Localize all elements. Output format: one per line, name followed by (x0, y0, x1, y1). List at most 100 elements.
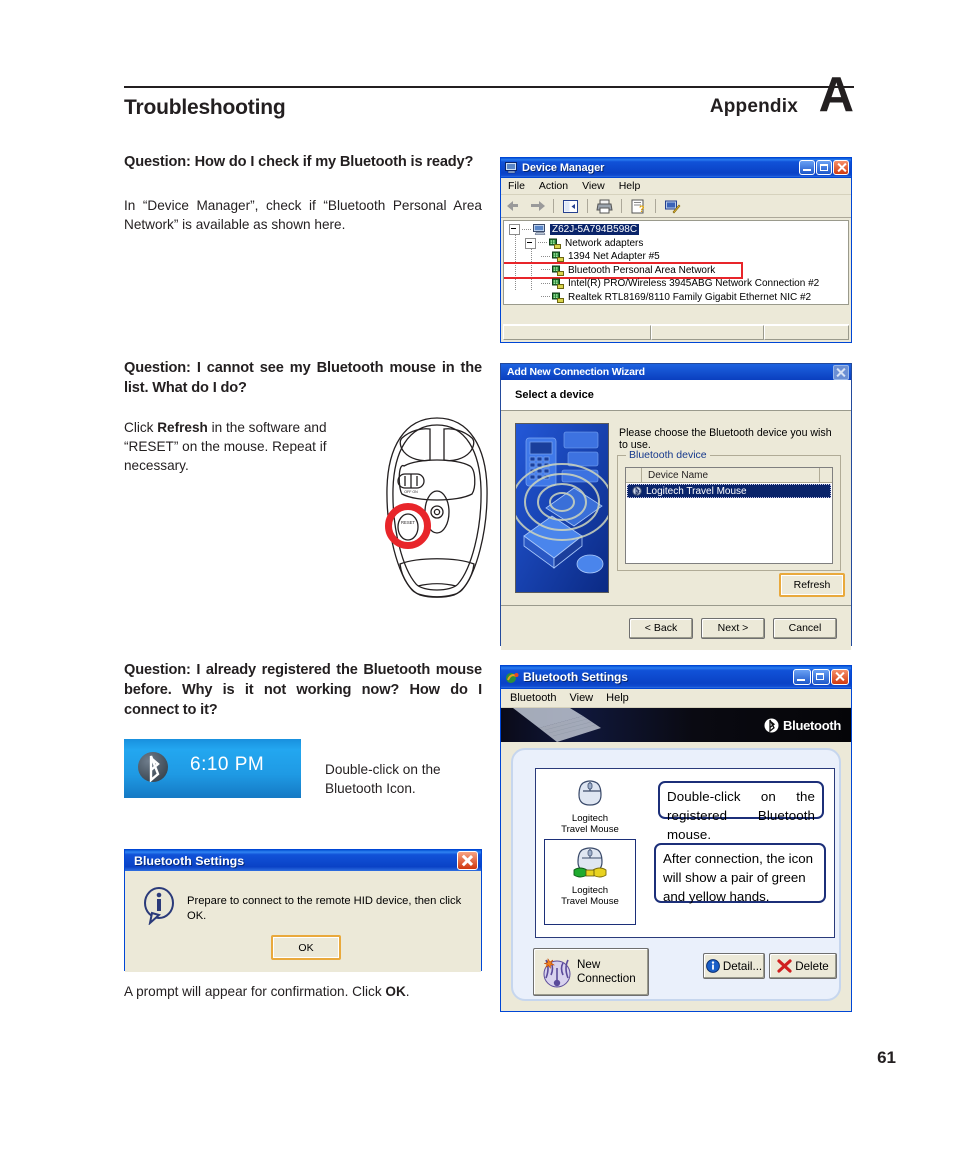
appendix-label: Appendix (709, 96, 798, 117)
back-button[interactable]: < Back (629, 617, 693, 639)
page-title: Troubleshooting (124, 96, 286, 119)
device-manager-statusbar (503, 324, 849, 340)
properties-icon[interactable]: ? (630, 199, 647, 214)
tree-category-node[interactable]: Network adapters (504, 237, 848, 251)
tree-root-label: Z62J-5A794B598C (550, 224, 640, 236)
bluetooth-settings-window: Bluetooth Settings Bluetooth View Help B… (500, 665, 852, 1012)
delete-button[interactable]: Delete (769, 953, 837, 979)
device-manager-title: Device Manager (522, 161, 605, 174)
appendix-letter: A (818, 68, 854, 122)
expand-toggle-icon[interactable] (525, 237, 536, 249)
refresh-button[interactable]: Refresh (779, 573, 845, 597)
close-icon[interactable] (833, 364, 849, 380)
device-tree[interactable]: Z62J-5A794B598C Network adapters 1394 Ne… (503, 220, 849, 305)
menu-item-file[interactable]: File (508, 180, 525, 192)
systray-clock: 6:10 PM (190, 754, 265, 775)
computer-icon (505, 161, 517, 173)
tree-category-label: Network adapters (565, 237, 644, 249)
device-item-1[interactable]: Logitech Travel Mouse (544, 839, 636, 925)
column-header-device-name[interactable]: Device Name (642, 468, 820, 482)
device-name-line2: Travel Mouse (561, 896, 619, 907)
new-connection-label: New Connection (577, 958, 636, 986)
prompt-caption-bold: OK (385, 984, 406, 999)
tree-device-node[interactable]: Intel(R) PRO/Wireless 3945ABG Network Co… (504, 277, 848, 291)
network-adapter-icon (549, 238, 561, 249)
back-arrow-icon[interactable] (507, 199, 523, 213)
detail-button[interactable]: Detail... (703, 953, 765, 979)
device-manager-window: Device Manager File Action View Help ? Z… (500, 157, 852, 343)
mouse-connected-icon (573, 847, 607, 878)
device-list[interactable]: Device Name Logitech Travel Mouse (625, 467, 833, 564)
ok-button-label: OK (298, 941, 314, 954)
wizard-step-header: Select a device (501, 380, 851, 411)
minimize-button[interactable] (799, 160, 815, 175)
mouse-icon (578, 780, 602, 806)
new-connection-line1: New (577, 958, 601, 971)
header-rule (124, 86, 854, 88)
expand-toggle-icon[interactable] (509, 224, 520, 236)
computer-icon (533, 224, 546, 235)
close-button[interactable] (833, 160, 849, 175)
minimize-button[interactable] (793, 669, 811, 685)
systray-sample[interactable]: 6:10 PM (124, 739, 301, 798)
network-adapter-icon (552, 265, 564, 276)
device-manager-menubar: File Action View Help (501, 178, 851, 195)
close-icon[interactable] (457, 851, 478, 870)
device-name-line1: Logitech (571, 813, 609, 824)
bt-settings-titlebar: Bluetooth Settings (501, 666, 851, 689)
maximize-button[interactable] (816, 160, 832, 175)
menu-item-bluetooth[interactable]: Bluetooth (510, 692, 556, 704)
next-button[interactable]: Next > (701, 617, 765, 639)
menu-item-help[interactable]: Help (619, 180, 641, 192)
device-list-header: Device Name (626, 468, 832, 483)
bt-settings-title: Bluetooth Settings (523, 670, 628, 684)
device-item-0[interactable]: Logitech Travel Mouse (548, 777, 632, 835)
bt-device-list[interactable]: Logitech Travel Mouse Logitech Travel Mo… (535, 768, 835, 938)
tree-device-node[interactable]: 1394 Net Adapter #5 (504, 250, 848, 264)
bluetooth-brand: Bluetooth (764, 718, 841, 733)
svg-text:OFF ON: OFF ON (404, 490, 418, 494)
answer-2-pre: Click (124, 420, 158, 435)
wizard-title: Add New Connection Wizard (507, 366, 645, 378)
refresh-button-label: Refresh (793, 579, 831, 591)
maximize-button[interactable] (812, 669, 830, 685)
delete-x-icon (777, 959, 792, 973)
menu-item-view[interactable]: View (569, 692, 593, 704)
new-connection-line2: Connection (577, 972, 636, 985)
detail-button-label: Detail... (722, 959, 763, 973)
new-connection-button[interactable]: New Connection (533, 948, 649, 996)
tree-device-node[interactable]: Realtek RTL8169/8110 Family Gigabit Ethe… (504, 291, 848, 305)
laptop-graphic-icon (513, 708, 601, 742)
device-manager-toolbar: ? (501, 195, 851, 218)
new-connection-icon (543, 958, 571, 988)
forward-arrow-icon[interactable] (529, 199, 545, 213)
network-adapter-icon (552, 251, 564, 263)
prompt-caption: A prompt will appear for confirmation. C… (124, 982, 484, 1001)
add-new-connection-wizard: Add New Connection Wizard Select a devic… (500, 363, 852, 650)
bluetooth-icon[interactable] (138, 752, 168, 782)
cancel-button[interactable]: Cancel (773, 617, 837, 639)
device-name-line2: Travel Mouse (561, 824, 619, 835)
bt-device-panel: Logitech Travel Mouse Logitech Travel Mo… (511, 748, 841, 1001)
network-adapter-icon (552, 278, 564, 290)
menu-item-action[interactable]: Action (539, 180, 568, 192)
print-icon[interactable] (596, 199, 613, 214)
dialog-title: Bluetooth Settings (134, 853, 245, 868)
menu-item-help[interactable]: Help (606, 692, 629, 704)
dialog-message: Prepare to connect to the remote HID dev… (187, 895, 462, 922)
page-header: Appendix A (124, 40, 854, 120)
scan-hardware-icon[interactable] (664, 199, 681, 214)
tree-root-node[interactable]: Z62J-5A794B598C (504, 223, 848, 237)
list-item[interactable]: Logitech Travel Mouse (627, 484, 831, 498)
page-number: 61 (877, 1048, 896, 1067)
tree-device-node-highlighted[interactable]: Bluetooth Personal Area Network (504, 261, 743, 279)
dialog-body: Prepare to connect to the remote HID dev… (125, 871, 481, 972)
tree-device-label-0: 1394 Net Adapter #5 (568, 251, 660, 263)
menu-item-view[interactable]: View (582, 180, 605, 192)
close-button[interactable] (831, 669, 849, 685)
next-button-label: Next > (717, 622, 749, 634)
show-hide-tree-icon[interactable] (562, 199, 579, 214)
wizard-instruction: Please choose the Bluetooth device you w… (619, 427, 832, 451)
ok-button[interactable]: OK (271, 935, 341, 960)
callout-2: After connection, the icon will show a p… (654, 843, 826, 904)
